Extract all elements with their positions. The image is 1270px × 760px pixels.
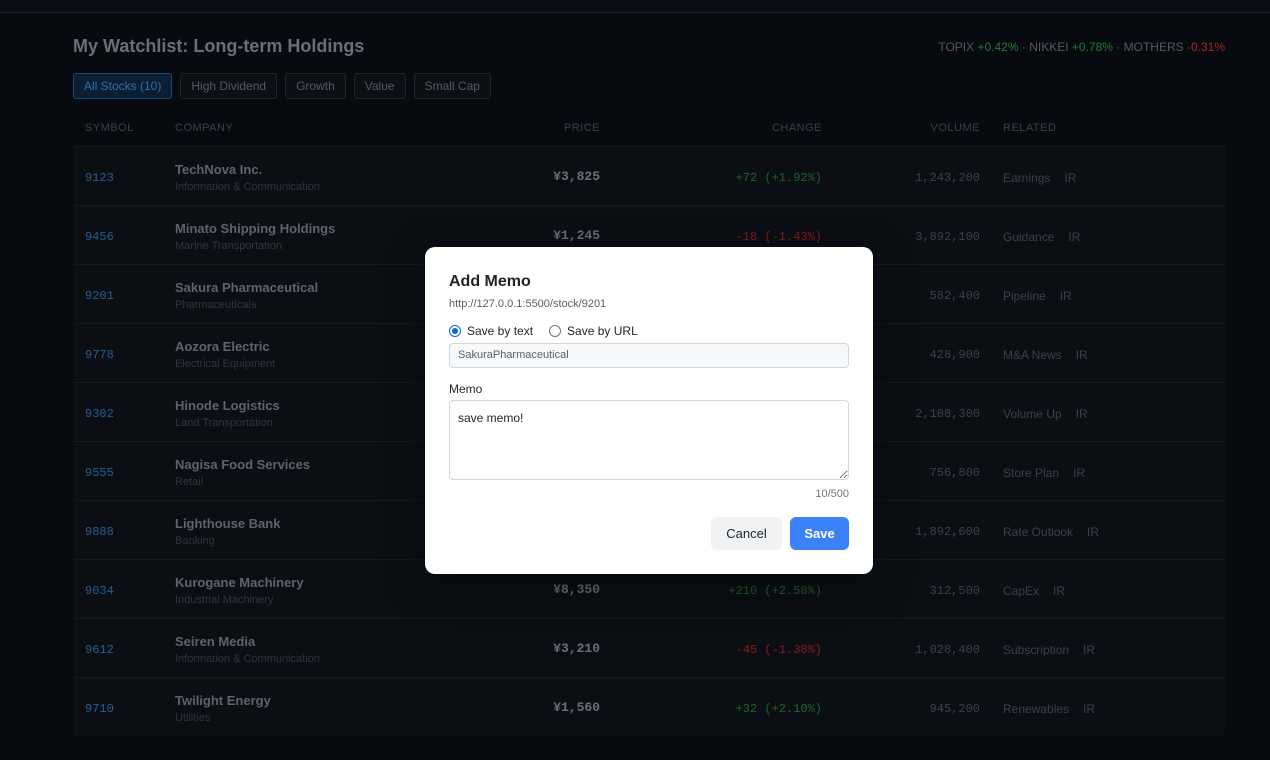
save-by-text-option[interactable]: Save by text (449, 324, 533, 338)
memo-textarea[interactable]: save memo! (449, 400, 849, 480)
save-text-input[interactable]: SakuraPharmaceutical (449, 343, 849, 368)
dialog-url: http://127.0.0.1:5500/stock/9201 (449, 298, 607, 310)
memo-label: Memo (449, 382, 483, 396)
cancel-button[interactable]: Cancel (711, 517, 782, 550)
memo-char-counter: 10/500 (815, 488, 849, 500)
add-memo-dialog: Add Memo http://127.0.0.1:5500/stock/920… (425, 247, 873, 574)
radio-save-by-text[interactable] (449, 325, 461, 337)
save-mode-group: Save by text Save by URL (449, 324, 638, 338)
save-by-url-option[interactable]: Save by URL (549, 324, 638, 338)
save-by-text-label: Save by text (467, 324, 534, 338)
radio-save-by-url[interactable] (549, 325, 562, 337)
save-by-url-label: Save by URL (567, 324, 638, 338)
save-button[interactable]: Save (790, 517, 849, 550)
dialog-title: Add Memo (449, 273, 531, 290)
